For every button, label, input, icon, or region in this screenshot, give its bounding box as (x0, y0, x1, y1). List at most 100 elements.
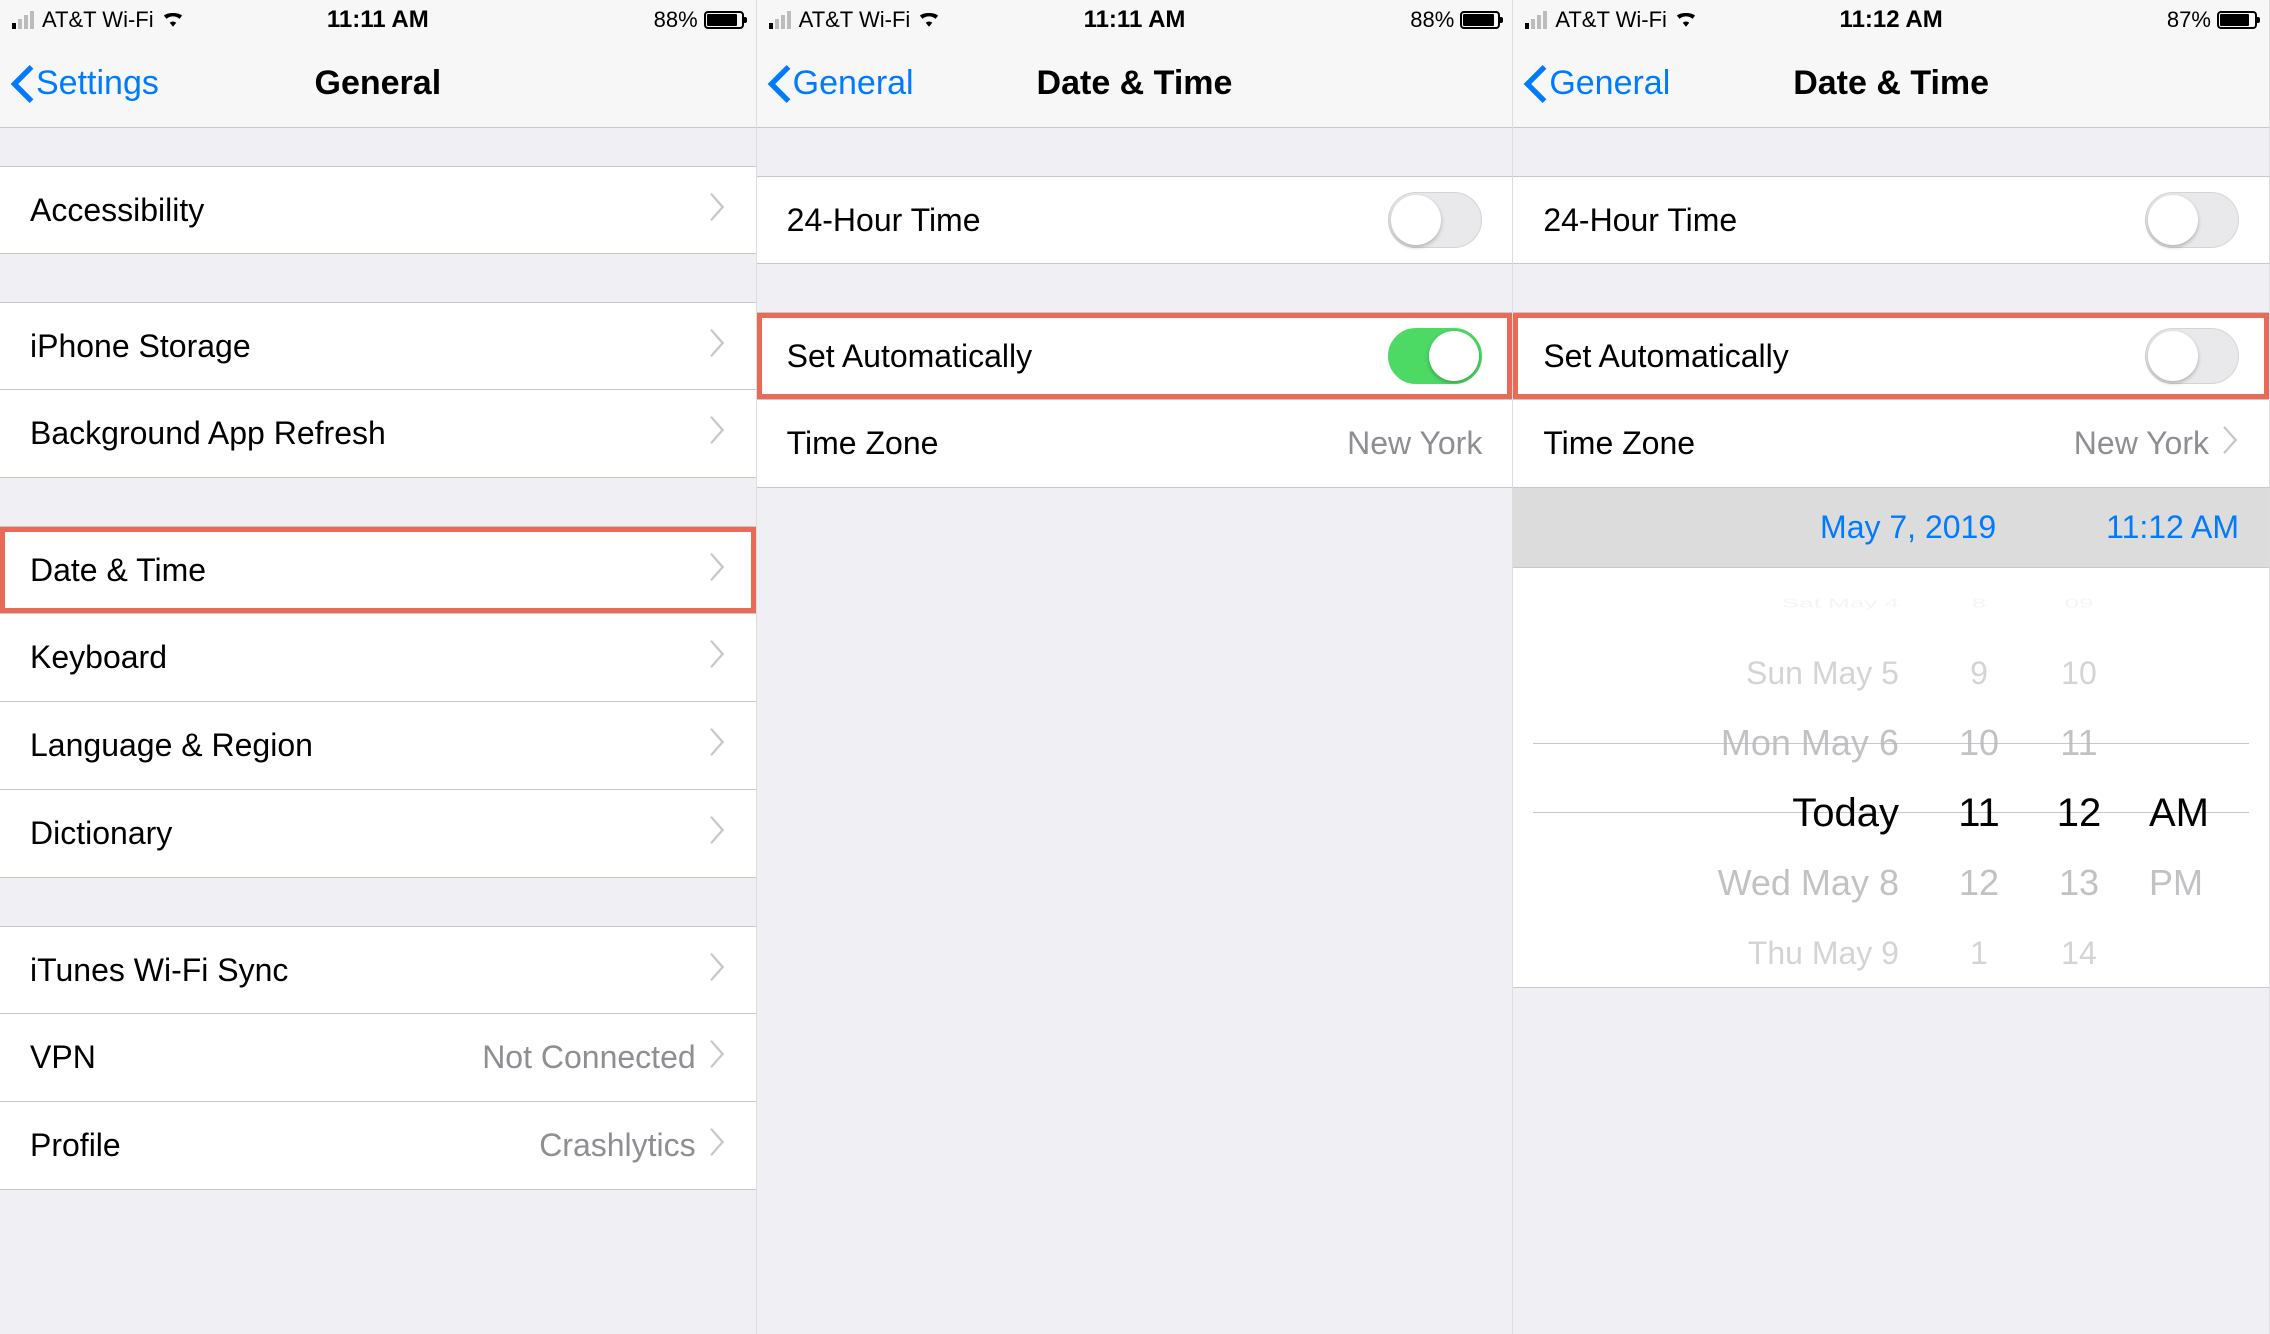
row-dictionary[interactable]: Dictionary (0, 790, 756, 878)
row-label: Background App Refresh (30, 415, 710, 452)
row-set-automatically[interactable]: Set Automatically (1513, 312, 2269, 400)
picker-slot: 11 (2060, 708, 2097, 778)
picker-slot: 14 (2061, 918, 2097, 987)
row-label: iTunes Wi-Fi Sync (30, 952, 710, 989)
row-label: Set Automatically (787, 338, 1389, 375)
picker-slot: PM (2149, 848, 2203, 918)
row-24-hour-time[interactable]: 24-Hour Time (1513, 176, 2269, 264)
chevron-left-icon (767, 65, 791, 103)
toggle-24-hour[interactable] (2145, 192, 2239, 248)
carrier-label: AT&T Wi-Fi (799, 7, 911, 33)
row-label: Keyboard (30, 639, 710, 676)
status-bar: AT&T Wi-Fi 11:11 AM 88% (757, 0, 1513, 40)
chevron-left-icon (10, 65, 34, 103)
row-value: Crashlytics (539, 1127, 695, 1164)
row-label: Time Zone (787, 425, 1347, 462)
toggle-set-automatically[interactable] (2145, 328, 2239, 384)
row-set-automatically[interactable]: Set Automatically (757, 312, 1513, 400)
row-label: Date & Time (30, 552, 710, 589)
chevron-right-icon (710, 952, 726, 989)
row-time-zone: Time Zone New York (757, 400, 1513, 488)
row-itunes-wifi-sync[interactable]: iTunes Wi-Fi Sync (0, 926, 756, 1014)
picker-slot: Sat May 4 (1782, 586, 1899, 621)
row-keyboard[interactable]: Keyboard (0, 614, 756, 702)
wifi-icon (1673, 7, 1699, 33)
status-bar: AT&T Wi-Fi 11:12 AM 87% (1513, 0, 2269, 40)
row-iphone-storage[interactable]: iPhone Storage (0, 302, 756, 390)
battery-icon (2217, 11, 2257, 29)
battery-icon (704, 11, 744, 29)
chevron-right-icon (710, 552, 726, 589)
row-value: New York (2074, 425, 2209, 462)
battery-percent: 87% (2167, 7, 2211, 33)
back-label: General (793, 64, 914, 103)
picker-slot-selected: Today (1792, 778, 1899, 848)
signal-icon (12, 11, 34, 29)
nav-bar: Settings General (0, 40, 756, 128)
screen-general: AT&T Wi-Fi 11:11 AM 88% Settings General… (0, 0, 757, 1334)
signal-icon (1525, 11, 1547, 29)
current-time: 11:12 AM (2106, 509, 2239, 546)
row-vpn[interactable]: VPN Not Connected (0, 1014, 756, 1102)
status-time: 11:11 AM (327, 6, 429, 34)
row-accessibility[interactable]: Accessibility (0, 166, 756, 254)
row-label: VPN (30, 1039, 482, 1076)
chevron-right-icon (710, 192, 726, 229)
picker-slot-selected: 12 (2057, 778, 2102, 848)
nav-title: Date & Time (1037, 64, 1233, 103)
picker-slot: Wed May 8 (1718, 848, 1899, 918)
row-label: Time Zone (1543, 425, 2073, 462)
picker-slot: Sun May 5 (1746, 638, 1899, 708)
picker-slot: 13 (2059, 848, 2099, 918)
chevron-right-icon (710, 815, 726, 852)
nav-bar: General Date & Time (1513, 40, 2269, 128)
carrier-label: AT&T Wi-Fi (42, 7, 154, 33)
datetime-picker[interactable]: Sat May 4 Sun May 5 Mon May 6 Today Wed … (1513, 568, 2269, 988)
picker-slot-selected: AM (2149, 778, 2209, 848)
picker-ampm-column[interactable]: AM PM (2129, 568, 2239, 987)
chevron-right-icon (2223, 425, 2239, 462)
picker-slot: 1 (1970, 918, 1988, 987)
row-label: 24-Hour Time (787, 202, 1389, 239)
row-date-time[interactable]: Date & Time (0, 526, 756, 614)
row-time-zone[interactable]: Time Zone New York (1513, 400, 2269, 488)
battery-percent: 88% (1410, 7, 1454, 33)
chevron-right-icon (710, 1127, 726, 1164)
toggle-24-hour[interactable] (1388, 192, 1482, 248)
chevron-right-icon (710, 328, 726, 365)
row-label: iPhone Storage (30, 328, 710, 365)
chevron-left-icon (1523, 65, 1547, 103)
row-label: Dictionary (30, 815, 710, 852)
row-value: Not Connected (482, 1039, 695, 1076)
picker-date-column[interactable]: Sat May 4 Sun May 5 Mon May 6 Today Wed … (1543, 568, 1929, 987)
nav-title: Date & Time (1793, 64, 1989, 103)
screen-date-time-auto-off: AT&T Wi-Fi 11:12 AM 87% General Date & T… (1513, 0, 2270, 1334)
chevron-right-icon (710, 1039, 726, 1076)
picker-slot: 10 (2061, 638, 2097, 708)
row-background-app-refresh[interactable]: Background App Refresh (0, 390, 756, 478)
row-current-datetime[interactable]: May 7, 2019 11:12 AM (1513, 488, 2269, 568)
wifi-icon (160, 7, 186, 33)
picker-slot: 8 (1972, 586, 1986, 621)
picker-slot: 10 (1959, 708, 1999, 778)
picker-slot-selected: 11 (1958, 778, 2000, 848)
row-label: Set Automatically (1543, 338, 2145, 375)
row-label: Language & Region (30, 727, 710, 764)
status-time: 11:11 AM (1084, 6, 1186, 34)
row-24-hour-time[interactable]: 24-Hour Time (757, 176, 1513, 264)
nav-bar: General Date & Time (757, 40, 1513, 128)
toggle-set-automatically[interactable] (1388, 328, 1482, 384)
row-profile[interactable]: Profile Crashlytics (0, 1102, 756, 1190)
picker-slot: 12 (1959, 848, 1999, 918)
picker-hour-column[interactable]: 8 9 10 11 12 1 2 (1929, 568, 2029, 987)
signal-icon (769, 11, 791, 29)
back-button[interactable]: General (767, 64, 914, 103)
back-button[interactable]: Settings (10, 64, 159, 103)
row-label: Profile (30, 1127, 539, 1164)
carrier-label: AT&T Wi-Fi (1555, 7, 1667, 33)
chevron-right-icon (710, 727, 726, 764)
row-language-region[interactable]: Language & Region (0, 702, 756, 790)
row-label: 24-Hour Time (1543, 202, 2145, 239)
back-button[interactable]: General (1523, 64, 1670, 103)
picker-minute-column[interactable]: 09 10 11 12 13 14 15 (2029, 568, 2129, 987)
